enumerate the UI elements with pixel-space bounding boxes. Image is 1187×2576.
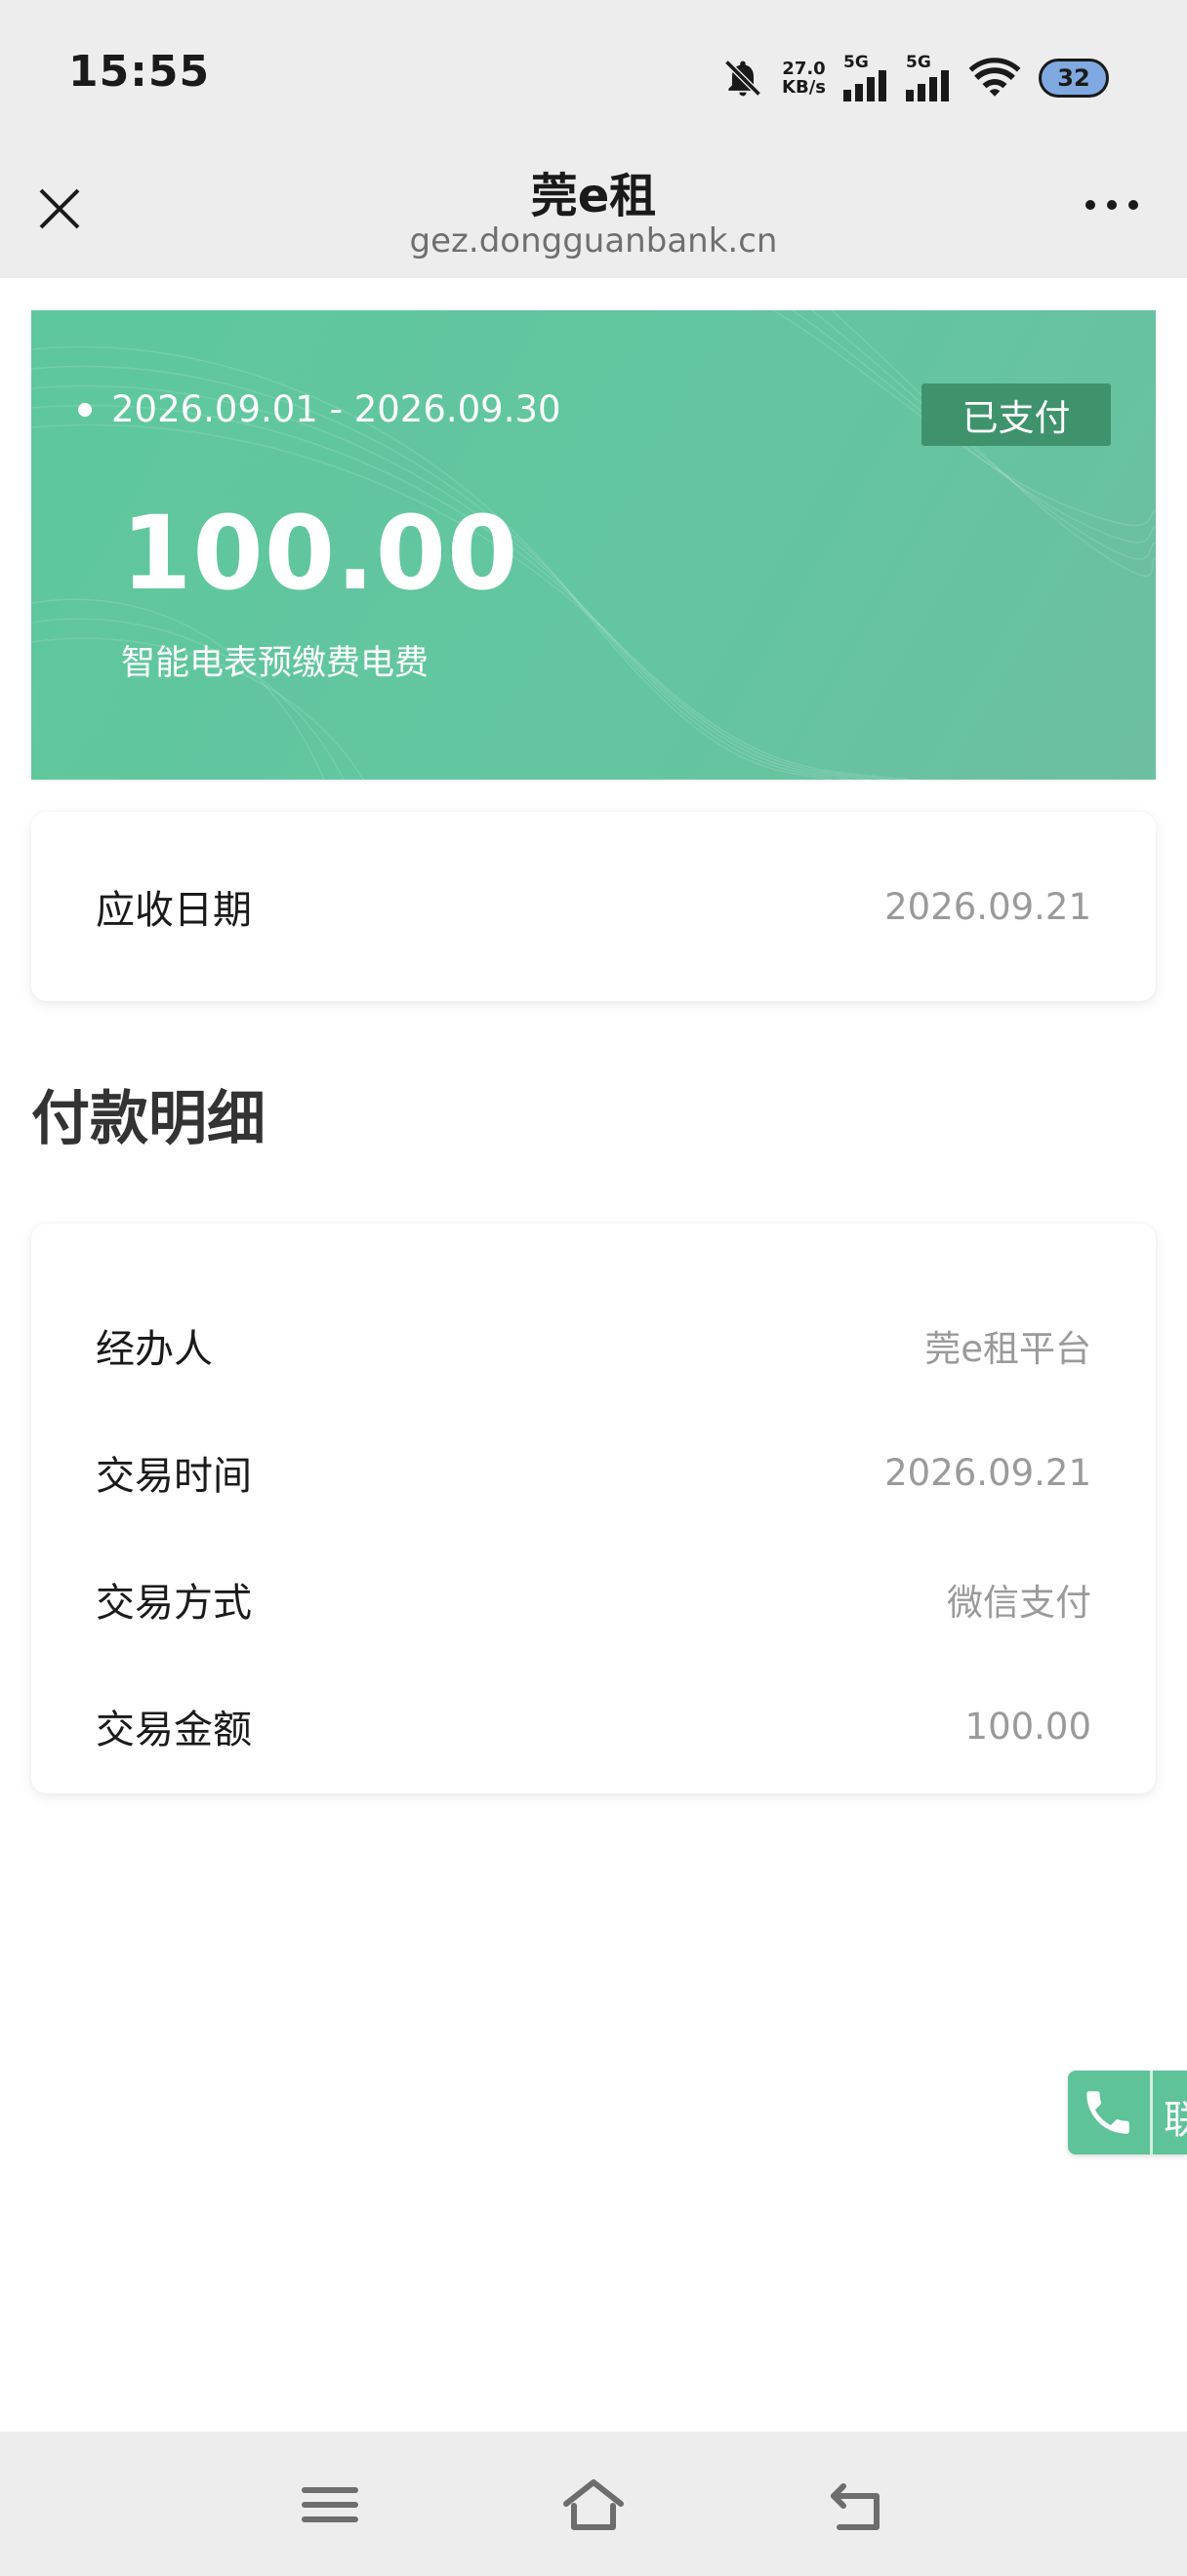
page-url: gez.dongguanbank.cn — [409, 221, 778, 261]
due-date-row: 应收日期 2026.09.21 — [96, 877, 1091, 936]
network-speed: 27.0 KB/s — [782, 60, 826, 97]
detail-label: 交易时间 — [96, 1454, 252, 1499]
network-speed-value: 27.0 — [782, 59, 826, 79]
back-icon[interactable] — [818, 2471, 896, 2539]
payment-details-title: 付款明细 — [31, 1085, 266, 1153]
signal-1: 5G — [843, 55, 888, 101]
page-title: 莞e租 — [530, 169, 657, 223]
detail-value: 莞e租平台 — [924, 1328, 1091, 1370]
due-date-value: 2026.09.21 — [884, 885, 1091, 928]
bill-amount: 100.00 — [121, 494, 519, 613]
detail-value: 2026.09.21 — [884, 1451, 1091, 1494]
contact-separator — [1150, 2071, 1153, 2154]
status-icons: 27.0 KB/s 5G 5G 32 — [721, 49, 1109, 107]
status-time: 15:55 — [68, 47, 211, 97]
phone-icon — [1086, 2091, 1129, 2134]
signal-1-label: 5G — [843, 53, 869, 72]
detail-row-method: 交易方式 微信支付 — [96, 1570, 1091, 1629]
network-speed-unit: KB/s — [782, 77, 826, 98]
home-icon[interactable] — [554, 2471, 633, 2539]
more-icon[interactable] — [1085, 200, 1138, 210]
bill-period-text: 2026.09.01 - 2026.09.30 — [111, 388, 561, 430]
contact-label: 联 — [1164, 2098, 1187, 2143]
contact-button[interactable]: 联 — [1068, 2071, 1187, 2154]
payment-details-card: 经办人 莞e租平台 交易时间 2026.09.21 交易方式 微信支付 交易金额… — [31, 1224, 1156, 1793]
more-dot — [1128, 200, 1138, 210]
period-dot — [78, 402, 92, 417]
system-nav-bar — [0, 2432, 1187, 2576]
bell-off-icon — [724, 60, 761, 97]
detail-row-amount: 交易金额 100.00 — [96, 1697, 1091, 1755]
menu-icon[interactable] — [291, 2471, 369, 2539]
detail-label: 交易金额 — [96, 1708, 252, 1752]
status-bar: 15:55 27.0 KB/s 5G 5G 32 — [0, 0, 1187, 151]
due-date-card: 应收日期 2026.09.21 — [31, 812, 1156, 1001]
bill-banner: 2026.09.01 - 2026.09.30 已支付 100.00 智能电表预… — [31, 310, 1156, 780]
detail-value: 微信支付 — [947, 1582, 1091, 1624]
signal-2-label: 5G — [906, 53, 931, 72]
detail-label: 经办人 — [96, 1327, 213, 1372]
more-dot — [1085, 200, 1095, 210]
detail-label: 交易方式 — [96, 1581, 252, 1626]
battery-icon: 32 — [1039, 59, 1109, 98]
battery-level: 32 — [1057, 64, 1090, 92]
detail-value: 100.00 — [964, 1705, 1091, 1748]
signal-icon — [906, 70, 949, 101]
status-badge: 已支付 — [921, 383, 1111, 446]
bill-description: 智能电表预缴费电费 — [121, 644, 430, 683]
due-date-label: 应收日期 — [96, 888, 252, 933]
detail-row-handler: 经办人 莞e租平台 — [96, 1316, 1091, 1375]
wifi-icon — [968, 58, 1021, 97]
more-dot — [1107, 200, 1117, 210]
signal-icon — [843, 70, 886, 101]
signal-2: 5G — [906, 55, 951, 101]
bill-period: 2026.09.01 - 2026.09.30 — [78, 388, 561, 430]
detail-row-time: 交易时间 2026.09.21 — [96, 1443, 1091, 1502]
nav-bar: 莞e租 gez.dongguanbank.cn — [0, 151, 1187, 278]
